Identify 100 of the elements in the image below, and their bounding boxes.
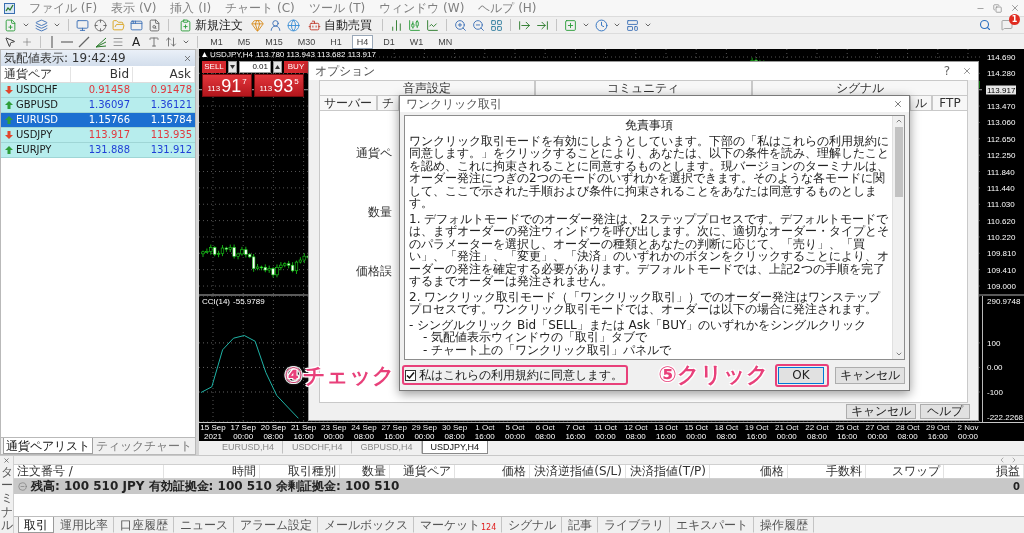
bar-chart-icon[interactable]: [390, 18, 403, 32]
column-header[interactable]: 数量: [340, 465, 390, 478]
timeframe-button[interactable]: MN: [433, 34, 458, 49]
template-icon[interactable]: [626, 18, 639, 32]
scrollbar[interactable]: [892, 116, 904, 359]
market-row[interactable]: GBPUSD 1.36097 1.36121: [1, 98, 195, 113]
user-icon[interactable]: [269, 18, 282, 32]
dialog-tab[interactable]: 音声設定: [319, 80, 536, 95]
column-header[interactable]: 通貨ペア: [390, 465, 455, 478]
panel-tab[interactable]: 通貨ペアリスト: [3, 438, 93, 454]
vertical-line-icon[interactable]: [48, 35, 56, 48]
lot-decrease-button[interactable]: [228, 61, 237, 73]
dialog-button[interactable]: ヘルプ: [920, 404, 970, 419]
scroll-up-icon[interactable]: [894, 117, 903, 125]
scroll-right-icon[interactable]: [1010, 456, 1018, 464]
line-chart-icon[interactable]: [426, 18, 439, 32]
terminal-tab[interactable]: 取引: [18, 517, 54, 533]
buy-button[interactable]: BUY: [284, 61, 308, 73]
terminal-tab[interactable]: 操作履歴: [754, 517, 815, 533]
close-icon[interactable]: [3, 457, 10, 464]
fan-lines-icon[interactable]: [95, 35, 107, 48]
chat-bubble-icon[interactable]: [1001, 19, 1013, 31]
column-header[interactable]: 時間: [164, 465, 260, 478]
clock-icon[interactable]: [595, 18, 608, 32]
auto-trading-button[interactable]: 自動売買: [305, 17, 375, 33]
monitor-icon[interactable]: [76, 18, 89, 32]
caret-icon[interactable]: [53, 21, 61, 29]
restore-icon[interactable]: [993, 3, 1002, 13]
terminal-tab[interactable]: アラーム設定: [234, 517, 318, 533]
file-search-icon[interactable]: [148, 18, 161, 32]
menu-item[interactable]: チャート (C): [225, 1, 295, 15]
window-icon[interactable]: [130, 18, 143, 32]
app-icon[interactable]: [4, 2, 15, 14]
new-order-button[interactable]: 新規注文: [176, 17, 246, 33]
market-row[interactable]: EURJPY 131.888 131.912: [1, 143, 195, 158]
scroll-thumb[interactable]: [894, 127, 903, 197]
ok-button[interactable]: OK: [778, 366, 824, 384]
zoom-out-icon[interactable]: [472, 18, 485, 32]
timeframe-button[interactable]: M30: [292, 34, 321, 49]
column-header[interactable]: 決済指値(T/P): [626, 465, 710, 478]
type-icon[interactable]: [148, 35, 161, 48]
menu-item[interactable]: ヘルプ (H): [478, 1, 537, 15]
timeframe-button[interactable]: D1: [378, 34, 400, 49]
caret-icon[interactable]: [22, 21, 30, 29]
terminal-tab[interactable]: 運用比率: [54, 517, 114, 533]
timeframe-button[interactable]: M5: [232, 34, 256, 49]
panel-tab[interactable]: ティックチャート: [93, 438, 195, 454]
layers-icon[interactable]: [35, 18, 48, 32]
terminal-tab[interactable]: ニュース: [174, 517, 234, 533]
arrow-from-line-icon[interactable]: [518, 18, 531, 32]
three-lines-icon[interactable]: [112, 35, 124, 48]
column-header[interactable]: 価格: [455, 465, 530, 478]
diagonal-line-icon[interactable]: [78, 35, 90, 48]
dialog-tab[interactable]: ル: [910, 95, 932, 110]
text-tool-button[interactable]: A: [129, 34, 144, 49]
column-header[interactable]: 手数料: [788, 465, 866, 478]
plus-icon[interactable]: [21, 35, 33, 48]
timeframe-button[interactable]: H1: [325, 34, 347, 49]
dialog-tab[interactable]: チ: [377, 95, 399, 110]
zoom-in-icon[interactable]: [454, 18, 467, 32]
timeframe-button[interactable]: W1: [404, 34, 429, 49]
caret-icon[interactable]: [644, 21, 652, 29]
dialog-button[interactable]: キャンセル: [846, 404, 916, 419]
sell-button[interactable]: SELL: [202, 61, 226, 73]
column-header[interactable]: 決済逆指値(S/L): [530, 465, 626, 478]
column-header[interactable]: スワップ: [866, 465, 944, 478]
terminal-tab[interactable]: 記事: [562, 517, 599, 533]
caret-icon[interactable]: [582, 21, 590, 29]
menu-item[interactable]: 表示 (V): [111, 1, 157, 15]
terminal-tab[interactable]: マーケット 124: [414, 517, 503, 533]
scroll-down-icon[interactable]: [894, 350, 903, 358]
menu-item[interactable]: ウィンドウ (W): [379, 1, 465, 15]
caret-icon[interactable]: [613, 21, 621, 29]
timeframe-button[interactable]: H4: [351, 34, 374, 49]
cursor-icon[interactable]: [4, 35, 16, 48]
column-header[interactable]: 注文番号 /: [14, 465, 164, 478]
column-header[interactable]: 取引種別: [260, 465, 340, 478]
search-icon[interactable]: [979, 19, 991, 31]
close-icon[interactable]: [962, 66, 972, 76]
close-icon[interactable]: [183, 53, 192, 63]
column-header[interactable]: 価格: [710, 465, 788, 478]
cancel-button[interactable]: キャンセル: [835, 366, 905, 384]
square-plus-icon[interactable]: [564, 18, 577, 32]
market-row[interactable]: USDJPY 113.917 113.935: [1, 128, 195, 143]
dialog-tab[interactable]: シグナル: [751, 80, 968, 95]
close-icon[interactable]: [1010, 3, 1020, 13]
terminal-tab[interactable]: メールボックス: [318, 517, 414, 533]
market-row[interactable]: USDCHF 0.91458 0.91478: [1, 83, 195, 98]
terminal-tab[interactable]: シグナル: [502, 517, 563, 533]
chart-tab[interactable]: USDJPY,H4: [421, 441, 488, 454]
terminal-tab[interactable]: ライブラリ: [598, 517, 671, 533]
lot-field[interactable]: 0.01: [239, 61, 271, 73]
menu-item[interactable]: ツール (T): [308, 1, 366, 15]
menu-item[interactable]: ファイル (F): [29, 1, 98, 15]
lot-increase-button[interactable]: [273, 61, 282, 73]
gem-icon[interactable]: [251, 18, 264, 32]
dialog-tab[interactable]: FTP: [932, 95, 968, 110]
candlestick-icon[interactable]: [408, 18, 421, 32]
column-header[interactable]: 損益: [944, 465, 1024, 478]
timeframe-button[interactable]: M15: [260, 34, 288, 49]
